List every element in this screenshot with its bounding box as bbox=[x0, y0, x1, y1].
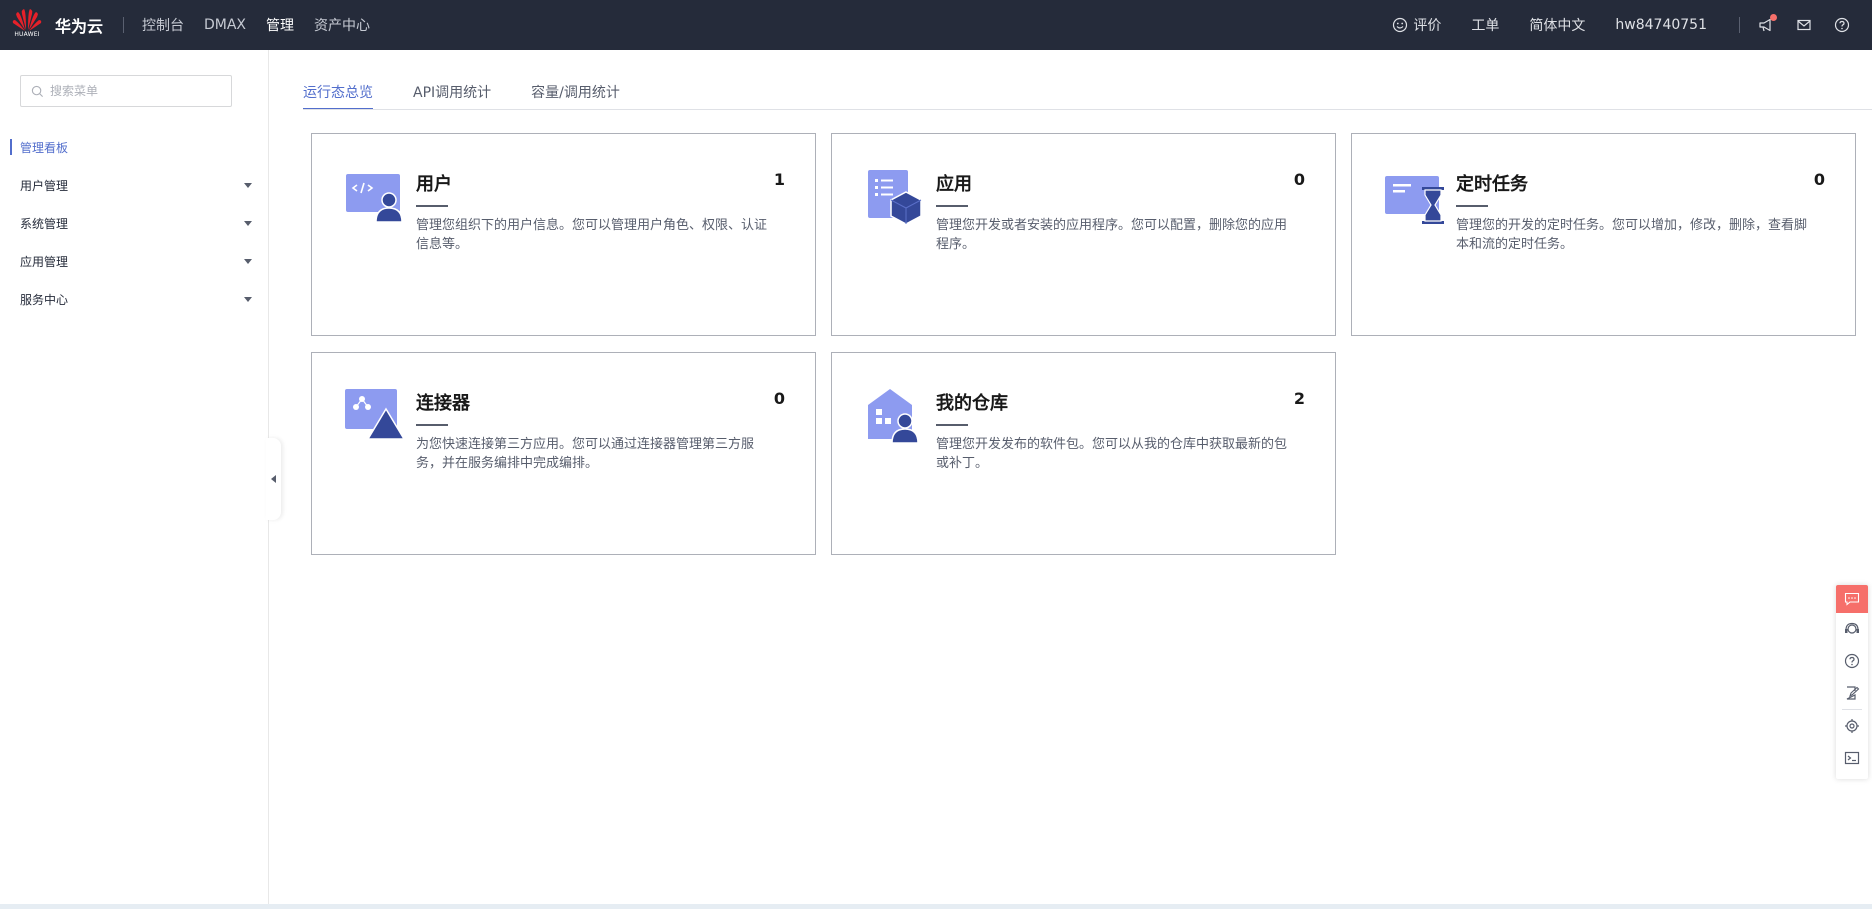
card-scheduled-tasks[interactable]: 定时任务 0 管理您的开发的定时任务。您可以增加，修改，删除，查看脚本和流的定时… bbox=[1351, 133, 1856, 336]
tab-api-statistics[interactable]: API调用统计 bbox=[413, 70, 491, 110]
top-divider bbox=[123, 17, 124, 33]
warehouse-icon bbox=[868, 389, 919, 443]
card-applications[interactable]: 应用 0 管理您开发或者安装的应用程序。您可以配置，删除您的应用程序。 bbox=[831, 133, 1336, 336]
sidebar-item-service-center[interactable]: 服务中心 bbox=[0, 280, 268, 318]
caret-down-icon bbox=[244, 221, 252, 226]
sidebar-item-user-management[interactable]: 用户管理 bbox=[0, 166, 268, 204]
card-users[interactable]: 用户 1 管理您组织下的用户信息。您可以管理用户角色、权限、认证信息等。 bbox=[311, 133, 816, 336]
sidebar-item-label: 用户管理 bbox=[20, 178, 69, 193]
card-description: 管理您开发或者安装的应用程序。您可以配置，删除您的应用程序。 bbox=[936, 218, 1288, 252]
nav-console[interactable]: 控制台 bbox=[142, 15, 184, 35]
top-nav: 控制台 DMAX 管理 资产中心 bbox=[142, 0, 370, 50]
title-underline bbox=[416, 424, 448, 426]
huawei-logo-text: HUAWEI bbox=[14, 31, 40, 38]
target-icon bbox=[1845, 719, 1859, 733]
bottom-strip bbox=[0, 904, 1872, 909]
tabs-divider bbox=[303, 109, 1872, 110]
smiley-icon bbox=[1393, 17, 1408, 33]
sidebar: 管理看板 用户管理 系统管理 应用管理 服务中心 bbox=[0, 50, 269, 905]
sidebar-item-system-management[interactable]: 系统管理 bbox=[0, 204, 268, 242]
user-code-icon bbox=[346, 174, 403, 223]
help-button[interactable] bbox=[1834, 17, 1850, 33]
ticket-link[interactable]: 工单 bbox=[1471, 15, 1499, 35]
nav-dmax[interactable]: DMAX bbox=[204, 17, 246, 33]
sidebar-menu: 管理看板 用户管理 系统管理 应用管理 服务中心 bbox=[0, 128, 268, 318]
menu-search-input[interactable] bbox=[50, 84, 220, 98]
huawei-logo[interactable]: HUAWEI bbox=[0, 0, 54, 50]
sidebar-item-label: 管理看板 bbox=[20, 140, 69, 155]
card-title: 定时任务 bbox=[1456, 174, 1528, 195]
edit-document-icon bbox=[1846, 686, 1860, 700]
customer-service-button[interactable] bbox=[1836, 613, 1868, 645]
card-count: 0 bbox=[773, 389, 785, 408]
title-underline bbox=[936, 205, 968, 207]
terminal-icon bbox=[1844, 751, 1860, 765]
nav-asset-center[interactable]: 资产中心 bbox=[314, 15, 370, 35]
connector-icon bbox=[345, 389, 404, 440]
huawei-logo-icon bbox=[12, 9, 42, 31]
user-account-menu[interactable]: hw84740751 bbox=[1615, 17, 1707, 33]
notification-dot bbox=[1770, 14, 1777, 21]
card-count: 1 bbox=[773, 170, 785, 189]
brand-name[interactable]: 华为云 bbox=[55, 13, 103, 37]
hourglass-icon bbox=[1385, 176, 1444, 224]
tab-capacity-statistics[interactable]: 容量/调用统计 bbox=[531, 70, 620, 110]
feedback-button[interactable]: 评价 bbox=[1392, 15, 1441, 35]
caret-down-icon bbox=[244, 183, 252, 188]
sidebar-item-label: 服务中心 bbox=[20, 292, 69, 307]
sidebar-item-label: 应用管理 bbox=[20, 254, 69, 269]
chevron-left-icon bbox=[271, 475, 276, 483]
card-title: 用户 bbox=[416, 174, 452, 195]
card-title: 我的仓库 bbox=[936, 393, 1008, 414]
top-right-actions: 评价 工单 简体中文 hw84740751 bbox=[1392, 0, 1872, 50]
language-switch[interactable]: 简体中文 bbox=[1529, 15, 1585, 35]
overview-tabs: 运行态总览 API调用统计 容量/调用统计 bbox=[303, 70, 660, 110]
top-navigation-bar: HUAWEI 华为云 控制台 DMAX 管理 资产中心 评价 工单 简体中文 h… bbox=[0, 0, 1872, 50]
language-label: 简体中文 bbox=[1529, 18, 1586, 34]
sidebar-item-app-management[interactable]: 应用管理 bbox=[0, 242, 268, 280]
mail-icon bbox=[1797, 19, 1811, 31]
card-description: 管理您开发发布的软件包。您可以从我的仓库中获取最新的包或补丁。 bbox=[936, 437, 1288, 471]
card-count: 0 bbox=[1293, 170, 1305, 189]
headset-icon bbox=[1845, 622, 1859, 634]
announcement-button[interactable] bbox=[1758, 14, 1777, 33]
top-right-divider bbox=[1739, 17, 1740, 33]
card-description: 管理您组织下的用户信息。您可以管理用户角色、权限、认证信息等。 bbox=[416, 218, 768, 252]
card-connectors[interactable]: 连接器 0 为您快速连接第三方应用。您可以通过连接器管理第三方服务，并在服务编排… bbox=[311, 352, 816, 555]
terminal-button[interactable] bbox=[1836, 742, 1868, 774]
title-underline bbox=[1456, 205, 1488, 207]
card-title: 应用 bbox=[936, 174, 972, 195]
help-center-button[interactable] bbox=[1836, 645, 1868, 677]
sidebar-item-label: 系统管理 bbox=[20, 216, 69, 231]
ticket-label: 工单 bbox=[1471, 18, 1500, 34]
caret-down-icon bbox=[244, 297, 252, 302]
floating-toolbar bbox=[1836, 585, 1868, 779]
username-label: hw84740751 bbox=[1615, 17, 1707, 33]
menu-search-box bbox=[20, 75, 232, 107]
message-button[interactable] bbox=[1796, 17, 1812, 33]
nav-management[interactable]: 管理 bbox=[266, 15, 294, 35]
caret-down-icon bbox=[244, 259, 252, 264]
online-chat-button[interactable] bbox=[1836, 585, 1868, 613]
card-count: 0 bbox=[1813, 170, 1825, 189]
card-description: 管理您的开发的定时任务。您可以增加，修改，删除，查看脚本和流的定时任务。 bbox=[1456, 218, 1808, 252]
app-list-icon bbox=[868, 170, 922, 224]
title-underline bbox=[936, 424, 968, 426]
search-icon bbox=[31, 85, 44, 97]
locate-button[interactable] bbox=[1836, 710, 1868, 742]
card-description: 为您快速连接第三方应用。您可以通过连接器管理第三方服务，并在服务编排中完成编排。 bbox=[416, 437, 755, 471]
question-circle-icon bbox=[1844, 653, 1860, 669]
title-underline bbox=[416, 205, 448, 207]
feedback-label: 评价 bbox=[1413, 18, 1442, 34]
chat-bubble-icon bbox=[1844, 592, 1860, 606]
sidebar-collapse-handle[interactable] bbox=[266, 438, 281, 520]
help-circle-icon bbox=[1834, 17, 1850, 33]
tab-runtime-overview[interactable]: 运行态总览 bbox=[303, 70, 373, 110]
card-count: 2 bbox=[1293, 389, 1305, 408]
feedback-edit-button[interactable] bbox=[1836, 677, 1868, 709]
card-my-warehouse[interactable]: 我的仓库 2 管理您开发发布的软件包。您可以从我的仓库中获取最新的包或补丁。 bbox=[831, 352, 1336, 555]
card-title: 连接器 bbox=[416, 393, 470, 414]
sidebar-item-dashboard[interactable]: 管理看板 bbox=[0, 128, 268, 166]
